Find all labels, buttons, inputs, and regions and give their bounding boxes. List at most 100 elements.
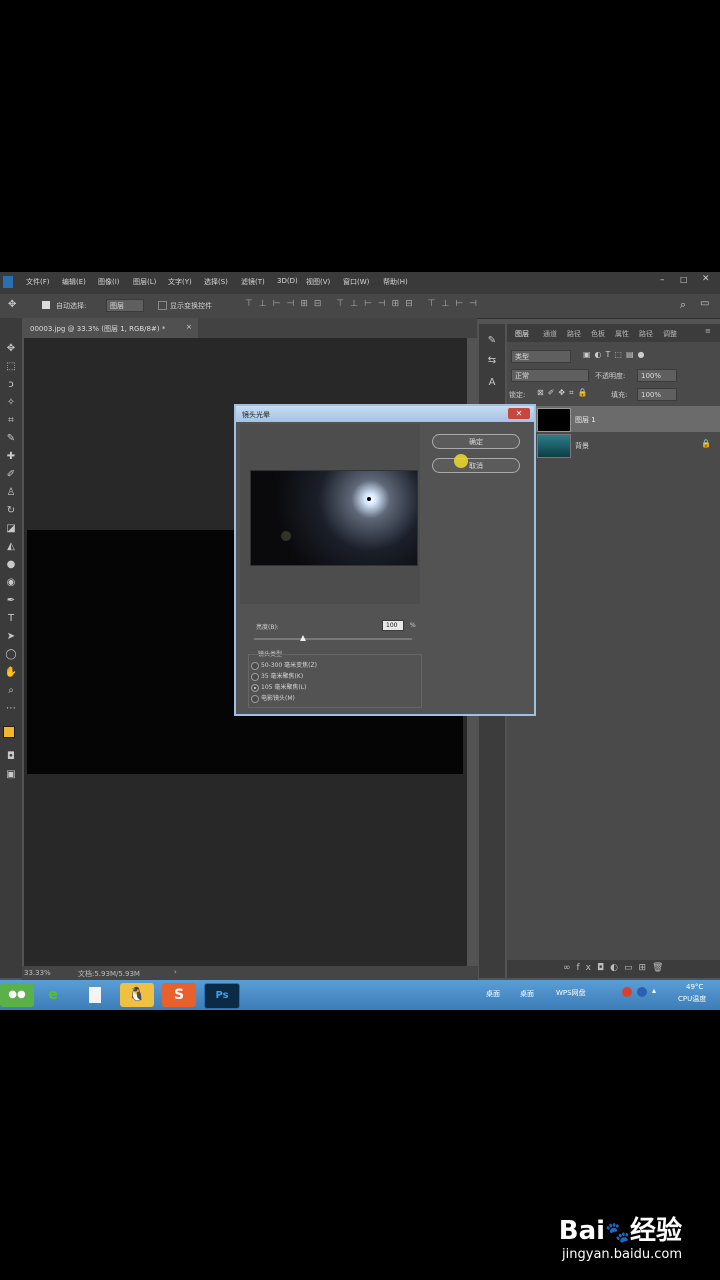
lens-radio-movie[interactable] [251,695,259,703]
character-icon[interactable]: A [485,376,499,390]
lens-label-movie[interactable]: 电影镜头(M) [261,693,295,702]
menu-select[interactable]: 选择(S) [204,277,228,287]
dodge-tool-icon[interactable]: ◉ [4,576,18,590]
document-tab[interactable]: 00003.jpg @ 33.3% (图层 1, RGB/8#) * × [22,318,198,338]
screen-mode-icon[interactable]: ▣ [4,768,18,782]
dialog-close-icon[interactable]: ✕ [508,408,530,419]
menu-image[interactable]: 图像(I) [98,277,120,287]
tab-paths-2[interactable]: 路径 [639,329,653,339]
close-icon[interactable]: ✕ [702,274,710,284]
document-tab-close-icon[interactable]: × [186,323,192,331]
auto-select-checkbox[interactable] [42,301,50,309]
adjust-icon[interactable]: ⇆ [485,354,499,368]
status-menu-arrow-icon[interactable]: › [174,968,177,976]
search-icon[interactable]: ⌕ [680,298,686,312]
shape-tool-icon[interactable]: ◯ [4,648,18,662]
lock-icons[interactable]: ⊠✐✥⌗🔒 [537,388,592,398]
eraser-tool-icon[interactable]: ◪ [4,522,18,536]
path-select-icon[interactable]: ➤ [4,630,18,644]
wechat-icon[interactable]: ●● [0,983,34,1007]
sogou-icon[interactable]: S [162,983,196,1007]
desktop-label[interactable]: 桌面 [486,989,500,999]
tray-arrow-icon[interactable]: ▴ [652,986,656,995]
brightness-slider-track[interactable] [254,638,412,640]
menu-view[interactable]: 视图(V) [306,277,330,287]
layer-action-icons[interactable]: ∞fx◘◐▭⊞🗑 [563,963,669,973]
tab-layers[interactable]: 图层 [515,329,529,339]
brush-tool-icon[interactable]: ✐ [4,468,18,482]
maximize-icon[interactable]: □ [680,275,688,284]
pen-tool-icon[interactable]: ✒ [4,594,18,608]
layer-filter-icons[interactable]: ▣◐T⬚▤● [583,350,649,359]
minimize-icon[interactable]: – [660,275,665,285]
file-icon[interactable] [78,983,112,1007]
flare-center-marker[interactable] [367,497,371,501]
dialog-title-bar[interactable]: 镜头光晕 ✕ [236,406,534,422]
menu-3d[interactable]: 3D(D) [277,277,298,285]
menu-file[interactable]: 文件(F) [26,277,50,287]
lens-radio-35[interactable] [251,673,259,681]
menu-filter[interactable]: 滤镜(T) [241,277,265,287]
zoom-level[interactable]: 33.33% [24,969,51,977]
move-tool-icon[interactable]: ✥ [8,299,16,310]
menu-help[interactable]: 帮助(H) [383,277,408,287]
ok-button[interactable]: 确定 [432,434,520,449]
quick-mask-icon[interactable]: ◘ [4,750,18,764]
foreground-color-swatch[interactable] [3,726,15,738]
lens-label-35[interactable]: 35 毫米聚焦(K) [261,671,303,680]
tab-properties[interactable]: 属性 [615,329,629,339]
qq-icon[interactable]: 🐧 [120,983,154,1007]
layer-name[interactable]: 背景 [575,441,589,451]
tray-help-icon[interactable] [637,987,647,997]
lens-radio-105[interactable] [251,684,259,692]
ie-icon[interactable]: e [36,983,70,1007]
lens-label-105[interactable]: 105 毫米聚焦(L) [261,682,306,691]
healing-brush-icon[interactable]: ✚ [4,450,18,464]
layer-row-background[interactable]: ◉ 背景 🔒 [511,432,720,458]
desktop-label-2[interactable]: 桌面 [520,989,534,999]
stamp-tool-icon[interactable]: ♙ [4,486,18,500]
layer-row-layer1[interactable]: ◉ 图层 1 [511,406,720,432]
tray-sogou-icon[interactable] [622,987,632,997]
wps-cloud-label[interactable]: WPS网盘 [556,988,586,998]
layer-kind-filter[interactable]: 类型 [511,350,571,363]
menu-window[interactable]: 窗口(W) [343,277,369,287]
brightness-slider-thumb[interactable] [300,635,307,641]
hand-tool-icon[interactable]: ✋ [4,666,18,680]
tab-channels[interactable]: 通道 [543,329,557,339]
flare-preview-image[interactable] [250,470,418,566]
menu-edit[interactable]: 编辑(E) [62,277,86,287]
more-tools-icon[interactable]: ⋯ [4,702,18,716]
menu-type[interactable]: 文字(Y) [168,277,192,287]
transform-checkbox[interactable] [158,301,167,310]
eyedropper-icon[interactable]: ✎ [4,432,18,446]
zoom-tool-icon[interactable]: ⌕ [4,684,18,698]
fill-input[interactable]: 100% [637,388,677,401]
menu-layer[interactable]: 图层(L) [133,277,156,287]
blend-mode-dropdown[interactable]: 正常 [511,369,589,382]
tab-swatches[interactable]: 色板 [591,329,605,339]
cancel-button[interactable]: 取消 [432,458,520,473]
blur-tool-icon[interactable]: ● [4,558,18,572]
magic-wand-icon[interactable]: ✧ [4,396,18,410]
tab-paths[interactable]: 路径 [567,329,581,339]
bucket-tool-icon[interactable]: ◭ [4,540,18,554]
move-tool-icon[interactable]: ✥ [4,342,18,356]
align-icons[interactable]: ⊤⊥⊢⊣⊞⊟ ⊤⊥⊢⊣⊞⊟ ⊤⊥⊢⊣ [245,299,483,309]
workspace-icon[interactable]: ▭ [700,298,709,309]
panel-menu-icon[interactable]: ≡ [705,327,711,335]
ps-icon[interactable]: Ps [204,983,240,1009]
lasso-tool-icon[interactable]: ↄ [4,378,18,392]
crop-tool-icon[interactable]: ⌗ [4,414,18,428]
type-tool-icon[interactable]: T [4,612,18,626]
lens-radio-50-300[interactable] [251,662,259,670]
opacity-input[interactable]: 100% [637,369,677,382]
marquee-tool-icon[interactable]: ⬚ [4,360,18,374]
layer-name[interactable]: 图层 1 [575,415,596,425]
brush-settings-icon[interactable]: ✎ [485,334,499,348]
tab-adjustments[interactable]: 调整 [663,329,677,339]
history-brush-icon[interactable]: ↻ [4,504,18,518]
auto-select-dropdown[interactable]: 图层 [106,299,144,312]
lens-label-50-300[interactable]: 50-300 毫米变焦(Z) [261,660,317,669]
brightness-input[interactable]: 100 [382,620,404,631]
